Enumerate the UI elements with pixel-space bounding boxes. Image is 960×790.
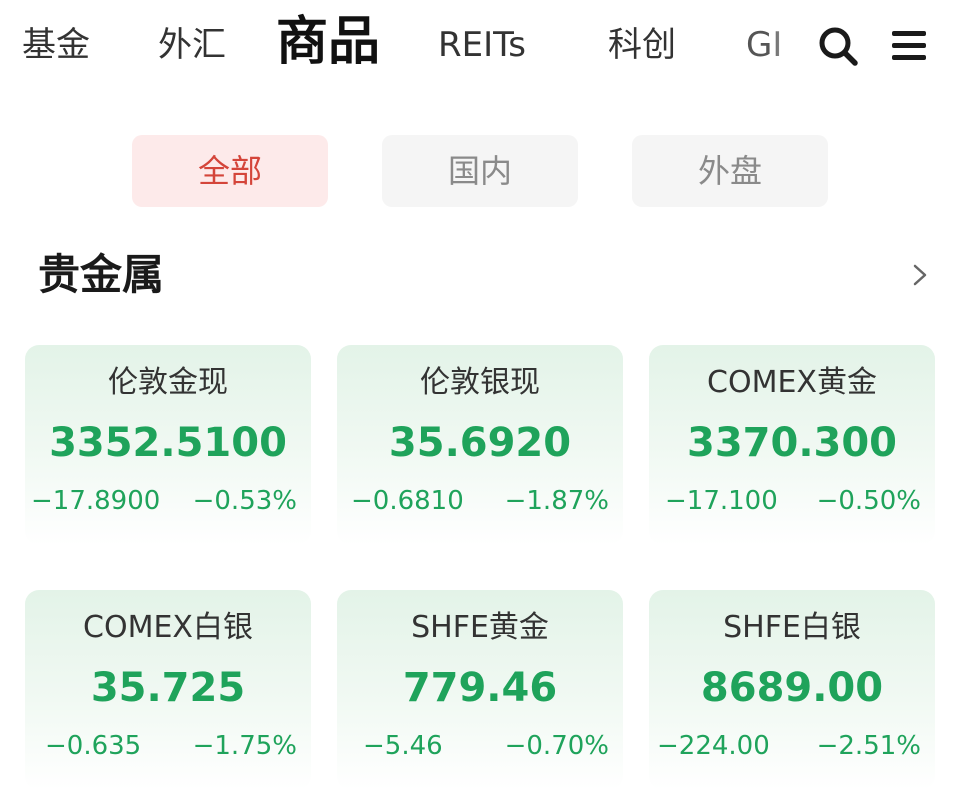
quote-name: SHFE白银	[723, 610, 861, 645]
quote-price: 3352.5100	[49, 420, 287, 466]
quote-change: −0.6810	[351, 486, 464, 516]
quote-name: 伦敦金现	[108, 365, 228, 400]
quote-card-london-silver[interactable]: 伦敦银现 35.6920 −0.6810 −1.87%	[337, 345, 623, 545]
quote-change-percent: −0.70%	[504, 731, 609, 761]
quote-price: 3370.300	[686, 420, 898, 466]
quote-card-comex-gold[interactable]: COMEX黄金 3370.300 −17.100 −0.50%	[649, 345, 935, 545]
quote-change-percent: −2.51%	[816, 731, 921, 761]
quote-change: −5.46	[363, 731, 443, 761]
nav-fade-overlay	[770, 10, 810, 80]
quote-price: 35.6920	[388, 420, 572, 466]
quote-change: −224.00	[657, 731, 770, 761]
category-nav: 基金 外汇 商品 REITs 科创 GI	[0, 0, 960, 90]
quote-name: 伦敦银现	[420, 365, 540, 400]
filter-overseas[interactable]: 外盘	[632, 135, 828, 207]
filter-domestic[interactable]: 国内	[382, 135, 578, 207]
tab-commodities[interactable]: 商品	[276, 12, 380, 72]
quote-price: 779.46	[402, 665, 558, 711]
quote-change: −17.8900	[31, 486, 161, 516]
quote-card-shfe-gold[interactable]: SHFE黄金 779.46 −5.46 −0.70%	[337, 590, 623, 790]
tab-reits[interactable]: REITs	[438, 22, 526, 68]
quote-change-percent: −1.87%	[504, 486, 609, 516]
quote-card-shfe-silver[interactable]: SHFE白银 8689.00 −224.00 −2.51%	[649, 590, 935, 790]
quote-change-percent: −0.50%	[816, 486, 921, 516]
search-icon[interactable]	[816, 24, 860, 68]
section-title: 贵金属	[38, 250, 165, 299]
quote-change: −0.635	[45, 731, 142, 761]
quote-card-london-gold[interactable]: 伦敦金现 3352.5100 −17.8900 −0.53%	[25, 345, 311, 545]
quote-price: 8689.00	[700, 665, 884, 711]
quote-name: COMEX黄金	[707, 365, 877, 400]
filter-all[interactable]: 全部	[132, 135, 328, 207]
tab-funds[interactable]: 基金	[22, 22, 90, 68]
quote-change: −17.100	[665, 486, 778, 516]
quote-change-percent: −0.53%	[192, 486, 297, 516]
quote-name: COMEX白银	[83, 610, 253, 645]
quote-name: SHFE黄金	[411, 610, 549, 645]
tab-forex[interactable]: 外汇	[158, 22, 226, 68]
quote-price: 35.725	[90, 665, 246, 711]
quote-card-comex-silver[interactable]: COMEX白银 35.725 −0.635 −1.75%	[25, 590, 311, 790]
quote-change-percent: −1.75%	[192, 731, 297, 761]
chevron-right-icon[interactable]	[905, 258, 935, 292]
tab-star-market[interactable]: 科创	[608, 22, 676, 68]
menu-icon[interactable]	[888, 24, 932, 68]
